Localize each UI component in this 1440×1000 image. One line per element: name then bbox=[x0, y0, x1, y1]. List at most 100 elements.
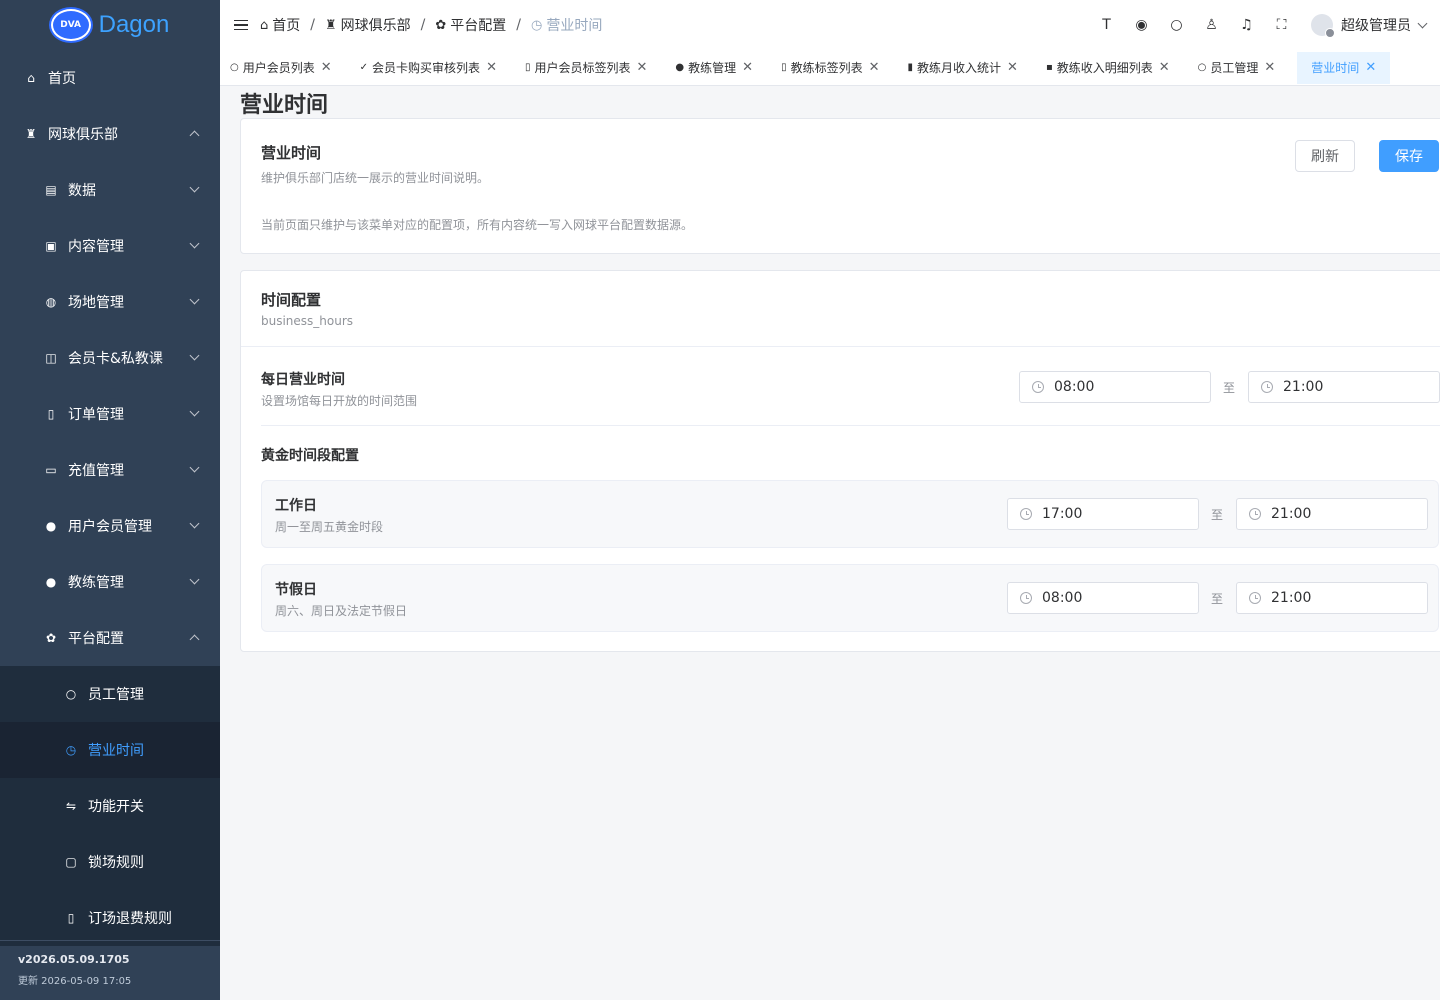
sidebar-item-recharge[interactable]: ▭ 充值管理 bbox=[0, 442, 220, 498]
sidebar-item-label: 用户会员管理 bbox=[68, 519, 152, 535]
refresh-button[interactable]: 刷新 bbox=[1295, 140, 1355, 172]
tags-view: ○ 用户会员列表 ✕ ✓ 会员卡购买审核列表 ✕ ▯ 用户会员标签列表 ✕ ● … bbox=[220, 50, 1440, 86]
sidebar-item-business-hours[interactable]: ◷ 营业时间 bbox=[0, 722, 220, 778]
workday-start-time-input[interactable]: 17:00 bbox=[1007, 498, 1199, 530]
close-icon[interactable]: ✕ bbox=[321, 60, 332, 75]
sidebar-item-content[interactable]: ▣ 内容管理 bbox=[0, 218, 220, 274]
workday-panel: 工作日 周一至周五黄金时段 17:00 至 21:00 bbox=[261, 480, 1439, 548]
sidebar-item-label: 平台配置 bbox=[68, 631, 124, 647]
theme-icon[interactable]: ♙ bbox=[1194, 17, 1229, 33]
holiday-start-time-input[interactable]: 08:00 bbox=[1007, 582, 1199, 614]
home-icon: ⌂ bbox=[260, 17, 269, 33]
close-icon[interactable]: ✕ bbox=[1365, 60, 1376, 75]
chevron-down-icon bbox=[189, 294, 200, 305]
close-icon[interactable]: ✕ bbox=[1159, 60, 1170, 75]
switch-icon: ⇋ bbox=[65, 799, 77, 813]
breadcrumb-platform-config[interactable]: ✿ 平台配置 bbox=[435, 15, 506, 35]
workday-end-time-input[interactable]: 21:00 bbox=[1236, 498, 1428, 530]
logo-mark: DVA bbox=[50, 9, 91, 41]
tag-card-audit-list[interactable]: ✓ 会员卡购买审核列表 ✕ bbox=[354, 52, 503, 84]
tag-label: 用户会员列表 bbox=[242, 61, 315, 75]
search-icon[interactable]: ○ bbox=[1159, 17, 1194, 33]
user-outline-icon: ○ bbox=[65, 687, 77, 701]
clipboard-icon: ▪ bbox=[1045, 62, 1053, 73]
logo[interactable]: DVA Dagon bbox=[0, 0, 220, 50]
tag-member-label-list[interactable]: ▯ 用户会员标签列表 ✕ bbox=[519, 52, 653, 84]
hamburger-icon[interactable] bbox=[234, 17, 248, 34]
clock-icon bbox=[1032, 381, 1044, 393]
user-icon: ● bbox=[45, 575, 57, 589]
tag-label: 教练月收入统计 bbox=[917, 61, 1002, 75]
daily-end-time-input[interactable]: 21:00 bbox=[1248, 371, 1440, 403]
fullscreen-icon[interactable]: ⛶ bbox=[1264, 17, 1299, 33]
tag-business-hours[interactable]: 营业时间 ✕ bbox=[1297, 51, 1391, 84]
clock-icon: ◷ bbox=[65, 743, 77, 757]
breadcrumb-home[interactable]: ⌂ 首页 bbox=[260, 15, 300, 35]
sidebar-item-tennis-club[interactable]: ♜ 网球俱乐部 bbox=[0, 106, 220, 162]
tag-coach-monthly-income[interactable]: ▮ 教练月收入统计 ✕ bbox=[902, 52, 1024, 84]
tag-coach-management[interactable]: ● 教练管理 ✕ bbox=[669, 52, 759, 84]
sidebar-item-label: 功能开关 bbox=[88, 799, 144, 815]
breadcrumb-current: ◷ 营业时间 bbox=[531, 15, 602, 35]
image-icon: ▣ bbox=[45, 239, 57, 253]
breadcrumb-label: 营业时间 bbox=[546, 18, 603, 34]
sidebar-item-platform-config[interactable]: ✿ 平台配置 bbox=[0, 610, 220, 666]
sidebar-item-refund-rules[interactable]: ▯ 订场退费规则 bbox=[0, 890, 220, 946]
sidebar-item-staff[interactable]: ○ 员工管理 bbox=[0, 666, 220, 722]
top-header: ⌂ 首页 / ♜ 网球俱乐部 / ✿ 平台配置 / ◷ 营业时间 T ◉ ○ ♙… bbox=[220, 0, 1440, 50]
close-icon[interactable]: ✕ bbox=[486, 60, 497, 75]
save-button[interactable]: 保存 bbox=[1379, 140, 1439, 172]
breadcrumb-label: 网球俱乐部 bbox=[340, 18, 411, 34]
time-value: 17:00 bbox=[1042, 506, 1083, 522]
time-value: 08:00 bbox=[1054, 379, 1095, 395]
close-icon[interactable]: ✕ bbox=[1007, 60, 1018, 75]
sidebar-item-label: 教练管理 bbox=[68, 575, 124, 591]
clock-icon bbox=[1020, 508, 1032, 520]
user-icon: ● bbox=[675, 62, 685, 73]
close-icon[interactable]: ✕ bbox=[1264, 60, 1275, 75]
chevron-up-icon bbox=[189, 634, 200, 645]
avatar bbox=[1311, 14, 1335, 38]
daily-start-time-input[interactable]: 08:00 bbox=[1019, 371, 1211, 403]
close-icon[interactable]: ✕ bbox=[637, 60, 648, 75]
gear-icon: ✿ bbox=[45, 631, 57, 645]
sidebar-item-members[interactable]: ● 用户会员管理 bbox=[0, 498, 220, 554]
tag-user-member-list[interactable]: ○ 用户会员列表 ✕ bbox=[224, 52, 338, 84]
breadcrumb-label: 首页 bbox=[272, 18, 301, 34]
sidebar-item-orders[interactable]: ▯ 订单管理 bbox=[0, 386, 220, 442]
sidebar-item-label: 内容管理 bbox=[68, 239, 124, 255]
page-title: 营业时间 bbox=[240, 93, 329, 118]
tag-label: 营业时间 bbox=[1311, 61, 1360, 75]
locale-icon[interactable]: ◉ bbox=[1124, 17, 1159, 33]
holiday-panel: 节假日 周六、周日及法定节假日 08:00 至 21:00 bbox=[261, 564, 1439, 632]
sidebar: DVA Dagon ⌂ 首页 ♜ 网球俱乐部 ▤ 数据 ▣ 内容管理 ◍ 场地管… bbox=[0, 0, 220, 1000]
holiday-end-time-input[interactable]: 21:00 bbox=[1236, 582, 1428, 614]
sidebar-item-coaches[interactable]: ● 教练管理 bbox=[0, 554, 220, 610]
user-name: 超级管理员 bbox=[1341, 18, 1411, 34]
sidebar-item-venue[interactable]: ◍ 场地管理 bbox=[0, 274, 220, 330]
daily-hours-label: 每日营业时间 bbox=[261, 372, 345, 388]
user-icon: ● bbox=[45, 519, 57, 533]
sidebar-item-data[interactable]: ▤ 数据 bbox=[0, 162, 220, 218]
divider bbox=[261, 425, 1440, 426]
tag-staff-management[interactable]: ○ 员工管理 ✕ bbox=[1192, 52, 1282, 84]
user-menu[interactable]: 超级管理员 bbox=[1311, 14, 1428, 38]
breadcrumb-tennis-club[interactable]: ♜ 网球俱乐部 bbox=[325, 15, 411, 35]
sidebar-item-lock-rules[interactable]: ▢ 锁场规则 bbox=[0, 834, 220, 890]
bell-icon[interactable]: ♫ bbox=[1229, 17, 1264, 33]
tag-coach-income-detail[interactable]: ▪ 教练收入明细列表 ✕ bbox=[1040, 52, 1176, 84]
sidebar-item-home[interactable]: ⌂ 首页 bbox=[0, 50, 220, 106]
breadcrumb-label: 平台配置 bbox=[450, 18, 507, 34]
lock-icon: ▢ bbox=[65, 855, 77, 869]
tag-coach-label-list[interactable]: ▯ 教练标签列表 ✕ bbox=[775, 52, 885, 84]
range-separator: 至 bbox=[1211, 508, 1224, 522]
time-value: 21:00 bbox=[1271, 590, 1312, 606]
sidebar-item-membership[interactable]: ◫ 会员卡&私教课 bbox=[0, 330, 220, 386]
time-value: 21:00 bbox=[1271, 506, 1312, 522]
folder-icon: ▭ bbox=[45, 463, 57, 477]
golden-hours-title: 黄金时间段配置 bbox=[261, 448, 359, 464]
sidebar-item-feature-switch[interactable]: ⇋ 功能开关 bbox=[0, 778, 220, 834]
close-icon[interactable]: ✕ bbox=[869, 60, 880, 75]
font-size-icon[interactable]: T bbox=[1089, 17, 1124, 33]
close-icon[interactable]: ✕ bbox=[742, 60, 753, 75]
